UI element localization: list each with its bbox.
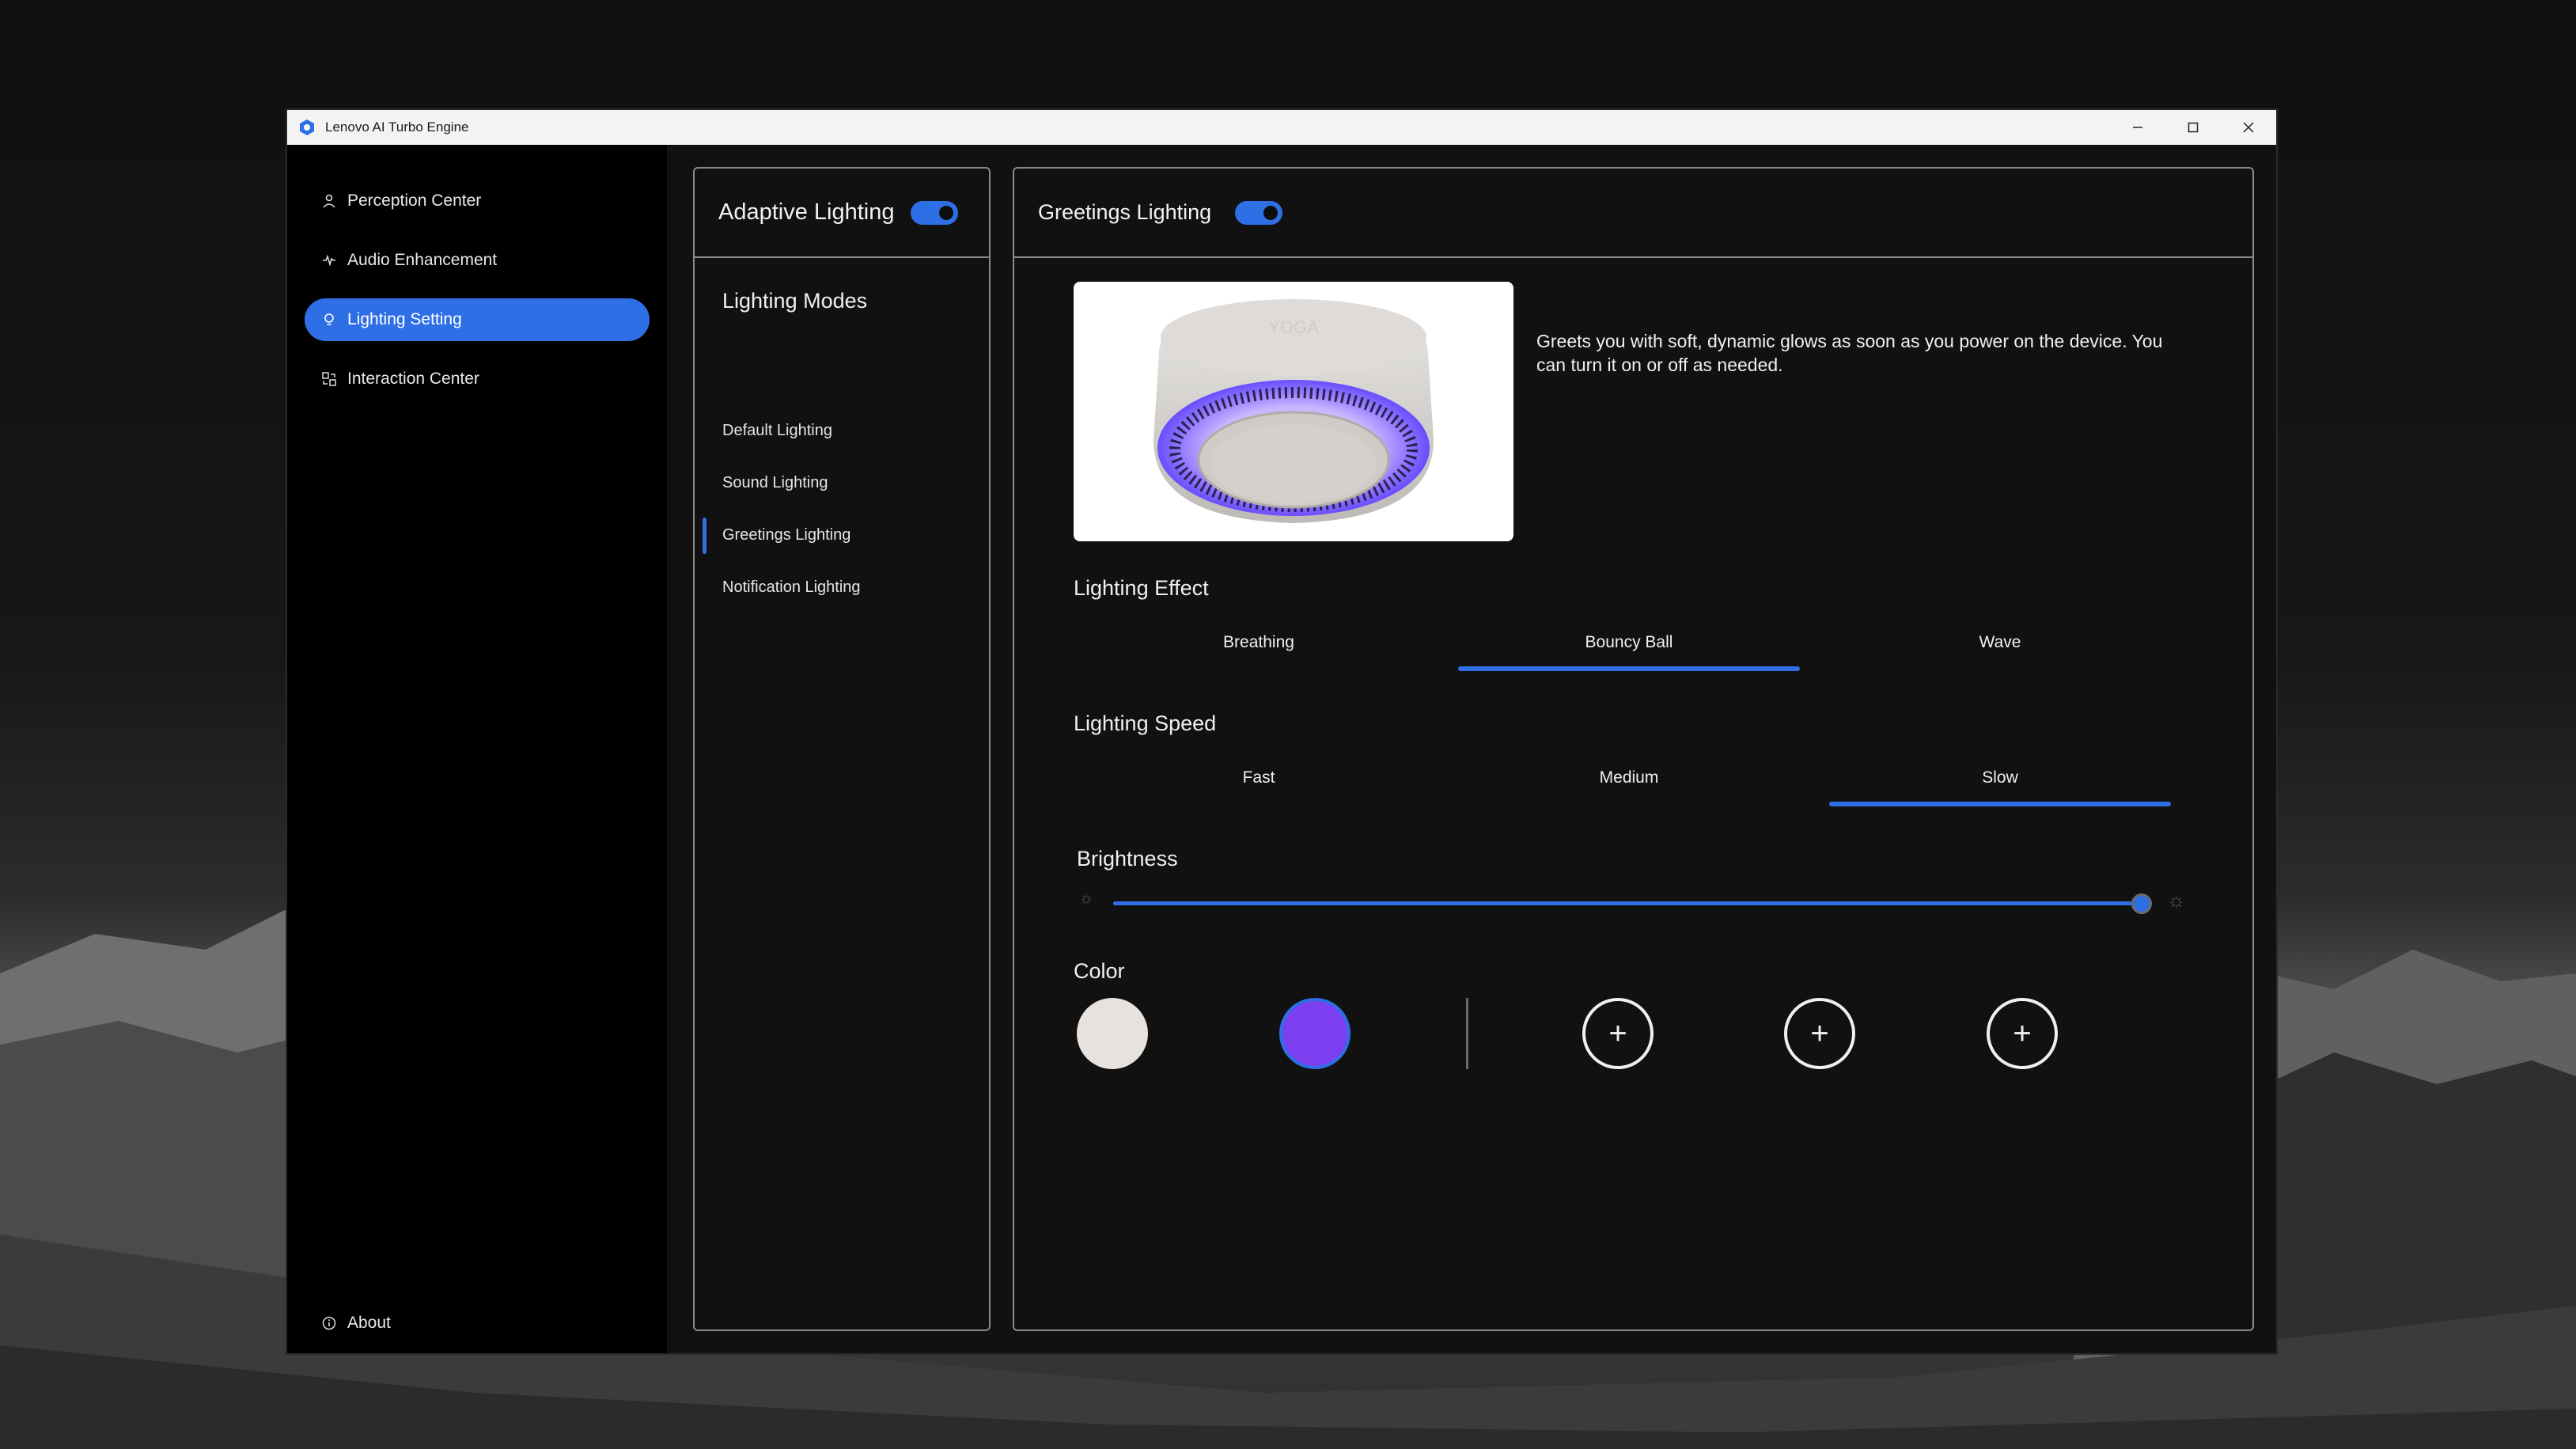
bulb-icon xyxy=(320,311,338,328)
add-color-button-1[interactable]: + xyxy=(1582,998,1654,1069)
brightness-label: Brightness xyxy=(1077,847,1178,871)
speed-selected-underline xyxy=(1829,802,2171,806)
sidebar-item-audio-enhancement[interactable]: Audio Enhancement xyxy=(305,239,650,282)
interaction-icon xyxy=(320,370,338,388)
maximize-button[interactable] xyxy=(2165,110,2221,145)
title-bar: Lenovo AI Turbo Engine xyxy=(287,110,2276,145)
brightness-high-icon: ☼ xyxy=(2167,888,2186,912)
sidebar-item-label: Audio Enhancement xyxy=(347,251,498,269)
about-label: About xyxy=(347,1314,391,1332)
sidebar-item-lighting-setting[interactable]: Lighting Setting xyxy=(305,298,650,341)
brightness-slider-thumb[interactable] xyxy=(2131,893,2152,914)
color-swatch-purple[interactable] xyxy=(1279,998,1351,1069)
effect-option-bouncy-ball[interactable]: Bouncy Ball xyxy=(1458,633,1800,652)
maximize-icon xyxy=(2188,122,2199,133)
effect-selected-underline xyxy=(1458,666,1800,671)
effect-option-breathing[interactable]: Breathing xyxy=(1088,633,1430,652)
sidebar-item-perception-center[interactable]: Perception Center xyxy=(305,180,650,222)
minimize-icon xyxy=(2133,127,2142,128)
greetings-lighting-toggle[interactable] xyxy=(1235,200,1283,225)
color-divider xyxy=(1466,998,1468,1069)
mode-sound-lighting[interactable]: Sound Lighting xyxy=(722,474,828,492)
sidebar-item-label: Perception Center xyxy=(347,192,482,210)
speed-option-slow[interactable]: Slow xyxy=(1829,768,2171,787)
brightness-low-icon: ☼ xyxy=(1079,890,1094,907)
greetings-lighting-title: Greetings Lighting xyxy=(1038,200,1212,224)
window-title: Lenovo AI Turbo Engine xyxy=(325,119,469,135)
lighting-effect-label: Lighting Effect xyxy=(1074,576,1209,600)
color-swatch-white[interactable] xyxy=(1077,998,1148,1069)
sidebar: Perception Center Audio Enhancement Ligh… xyxy=(287,145,667,1353)
app-window: Lenovo AI Turbo Engine Perception Center xyxy=(286,108,2278,1355)
sidebar-item-label: Lighting Setting xyxy=(347,310,462,328)
adaptive-lighting-header: Adaptive Lighting xyxy=(695,169,989,258)
info-icon xyxy=(320,1314,338,1332)
lighting-modes-heading: Lighting Modes xyxy=(722,289,868,313)
device-preview-image: YOGA xyxy=(1074,282,1513,541)
app-logo-icon xyxy=(300,119,314,135)
yoga-logo: YOGA xyxy=(1268,317,1319,337)
close-icon xyxy=(2243,122,2254,133)
lighting-modes-panel: Adaptive Lighting Lighting Modes Default… xyxy=(693,167,991,1331)
effect-option-wave[interactable]: Wave xyxy=(1829,633,2171,652)
speed-option-fast[interactable]: Fast xyxy=(1088,768,1430,787)
minimize-button[interactable] xyxy=(2110,110,2165,145)
brightness-slider-track[interactable] xyxy=(1113,901,2142,905)
lighting-speed-label: Lighting Speed xyxy=(1074,711,1217,735)
plus-icon: + xyxy=(1810,1016,1829,1051)
speed-option-medium[interactable]: Medium xyxy=(1458,768,1800,787)
person-sensor-icon xyxy=(320,192,338,210)
sidebar-item-interaction-center[interactable]: Interaction Center xyxy=(305,358,650,400)
adaptive-lighting-toggle[interactable] xyxy=(910,200,958,225)
audio-wave-icon xyxy=(320,252,338,269)
plus-icon: + xyxy=(2013,1016,2032,1051)
plus-icon: + xyxy=(1608,1016,1627,1051)
add-color-button-2[interactable]: + xyxy=(1784,998,1855,1069)
greetings-lighting-header: Greetings Lighting xyxy=(1014,169,2252,258)
speaker-device-illustration: YOGA xyxy=(1154,299,1434,523)
mode-notification-lighting[interactable]: Notification Lighting xyxy=(722,578,861,597)
mode-greetings-lighting[interactable]: Greetings Lighting xyxy=(722,526,850,544)
close-button[interactable] xyxy=(2221,110,2276,145)
sidebar-item-label: Interaction Center xyxy=(347,370,479,388)
add-color-button-3[interactable]: + xyxy=(1987,998,2058,1069)
about-button[interactable]: About xyxy=(305,1302,650,1345)
color-label: Color xyxy=(1074,959,1125,983)
greetings-description: Greets you with soft, dynamic glows as s… xyxy=(1536,331,2163,375)
adaptive-lighting-title: Adaptive Lighting xyxy=(718,199,895,225)
selected-mode-indicator xyxy=(703,518,707,554)
mode-default-lighting[interactable]: Default Lighting xyxy=(722,422,832,440)
